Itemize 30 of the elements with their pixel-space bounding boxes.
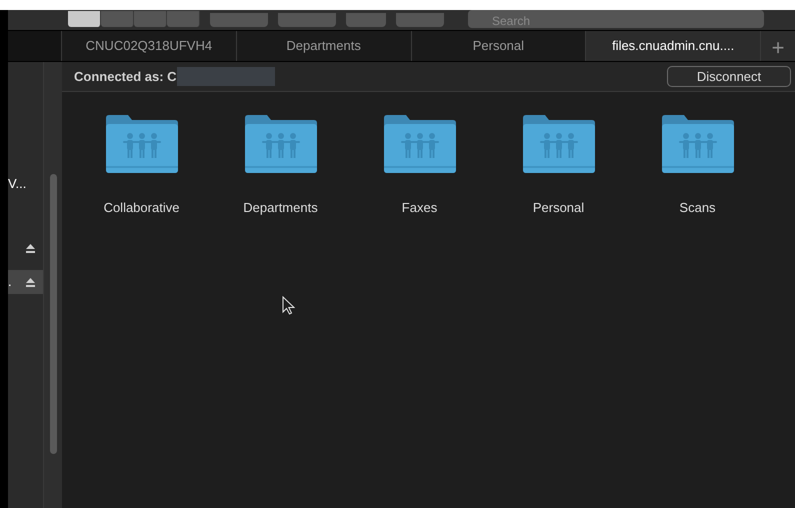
folder-label[interactable]: Personal xyxy=(532,198,584,218)
sidebar-item[interactable]: V... xyxy=(8,172,43,196)
mouse-pointer-icon xyxy=(282,296,295,315)
new-tab-button[interactable]: + xyxy=(761,31,795,61)
shared-folder-icon xyxy=(382,114,458,174)
sidebar-item[interactable]: . xyxy=(8,270,43,294)
folder-label[interactable]: Departments xyxy=(243,198,318,218)
shared-folder-icon xyxy=(104,114,180,174)
shared-folder-icon xyxy=(520,114,596,174)
tab[interactable]: files.cnuadmin.cnu.... xyxy=(586,31,761,61)
shared-folder-icon xyxy=(242,114,318,174)
toolbar-button[interactable] xyxy=(396,13,444,27)
disconnect-button[interactable]: Disconnect xyxy=(667,66,791,87)
sidebar-label: V... xyxy=(8,175,26,194)
toolbar-button[interactable] xyxy=(210,13,268,27)
folder-label[interactable]: Faxes xyxy=(402,198,438,218)
view-mode-button[interactable] xyxy=(68,11,101,27)
scrollbar-thumb[interactable] xyxy=(50,174,56,454)
toolbar-button[interactable] xyxy=(346,13,386,27)
toolbar-button[interactable] xyxy=(278,13,336,27)
shared-folder-icon xyxy=(660,114,736,174)
connected-as-label: Connected as: C xyxy=(74,68,177,86)
tab[interactable]: Personal xyxy=(412,31,586,61)
eject-icon[interactable] xyxy=(26,278,35,286)
folder-label[interactable]: Scans xyxy=(679,198,716,218)
eject-icon[interactable] xyxy=(26,244,35,252)
sidebar-label: . xyxy=(8,273,12,292)
folder-label[interactable]: Collaborative xyxy=(104,198,180,218)
tab[interactable]: Departments xyxy=(236,31,412,61)
tab[interactable]: CNUC02Q318UFVH4 xyxy=(62,31,237,61)
